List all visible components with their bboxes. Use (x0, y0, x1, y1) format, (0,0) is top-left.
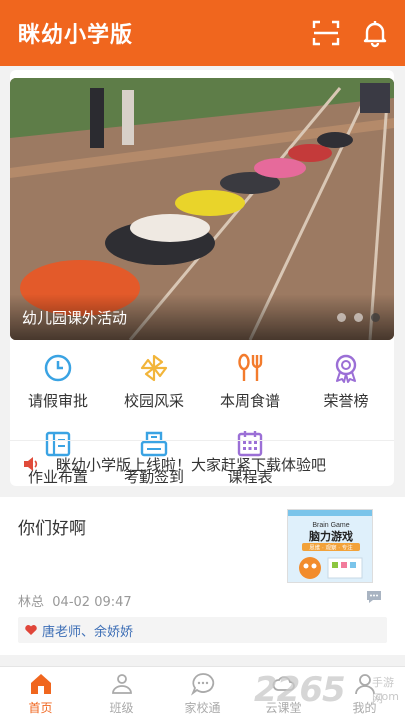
post-time: 04-02 09:47 (52, 595, 132, 610)
utensils-icon (238, 353, 263, 381)
carousel-dot[interactable] (337, 313, 346, 322)
tab-home[interactable]: 首页 (0, 671, 81, 716)
announcement-bar[interactable]: 眯幼小学版上线啦！大家赶紧下载体验吧 (10, 440, 394, 486)
post-author: 林总 (18, 595, 45, 610)
speaker-icon (24, 457, 38, 471)
grid-item-leave-approval[interactable]: 请假审批 (10, 352, 106, 411)
heart-icon (25, 625, 37, 635)
home-icon (30, 674, 51, 694)
tab-label: 班级 (109, 701, 134, 715)
feed-post[interactable]: 你们好啊 Brain Game 脑力游戏 思维 · 观察 · 专注 林总 04-… (0, 497, 405, 655)
tab-home-school[interactable]: 家校通 (162, 671, 243, 716)
grid-item-honor-board[interactable]: 荣誉榜 (298, 352, 394, 411)
announcement-text: 眯幼小学版上线啦！大家赶紧下载体验吧 (56, 456, 327, 474)
grid-item-weekly-menu[interactable]: 本周食谱 (202, 352, 298, 411)
book-cover-image: Brain Game 脑力游戏 思维 · 观察 · 专注 (288, 510, 372, 582)
class-icon (111, 674, 132, 694)
post-thumbnail[interactable]: Brain Game 脑力游戏 思维 · 观察 · 专注 (287, 509, 373, 583)
carousel-dot-active[interactable] (371, 313, 380, 322)
medal-icon (335, 354, 357, 383)
scan-icon[interactable] (311, 18, 341, 48)
clock-icon (44, 354, 72, 382)
banner-carousel[interactable]: 幼儿园课外活动 (10, 78, 394, 340)
bell-icon[interactable] (360, 18, 390, 48)
watermark-number: 2265 (254, 670, 346, 710)
grid-item-label: 荣誉榜 (323, 392, 369, 410)
tab-label: 家校通 (184, 701, 221, 715)
cover-line2: 脑力游戏 (309, 529, 353, 543)
grid-item-label: 本周食谱 (219, 392, 280, 410)
grid-item-label: 请假审批 (27, 392, 88, 410)
post-title: 你们好啊 (18, 519, 86, 539)
app-header: 眯幼小学版 (0, 0, 405, 66)
grid-item-label: 校园风采 (123, 392, 184, 410)
post-meta: 林总 04-02 09:47 (18, 591, 132, 610)
banner-caption: 幼儿园课外活动 (22, 309, 128, 327)
pinwheel-icon (140, 354, 168, 382)
app-title: 眯幼小学版 (18, 23, 134, 48)
site-watermark: 2265 手游网 .com (254, 668, 404, 718)
comment-icon[interactable] (365, 589, 383, 605)
watermark-line2: .com (372, 690, 399, 703)
home-card: 幼儿园课外活动 请假审批 校园风采 本周食谱 荣誉榜 作业布置 考勤签到 课程表… (10, 70, 394, 486)
cover-line1: Brain Game (312, 522, 349, 529)
tab-label: 首页 (28, 701, 53, 715)
liked-by-names[interactable]: 唐老师、余娇娇 (42, 621, 133, 640)
tab-class[interactable]: 班级 (81, 671, 162, 716)
chat-icon (190, 673, 214, 696)
likes-bar: 唐老师、余娇娇 (18, 617, 387, 643)
carousel-dot[interactable] (354, 313, 363, 322)
carousel-dots (337, 313, 380, 322)
cover-line3: 思维 · 观察 · 专注 (309, 544, 353, 552)
grid-item-campus-style[interactable]: 校园风采 (106, 352, 202, 411)
